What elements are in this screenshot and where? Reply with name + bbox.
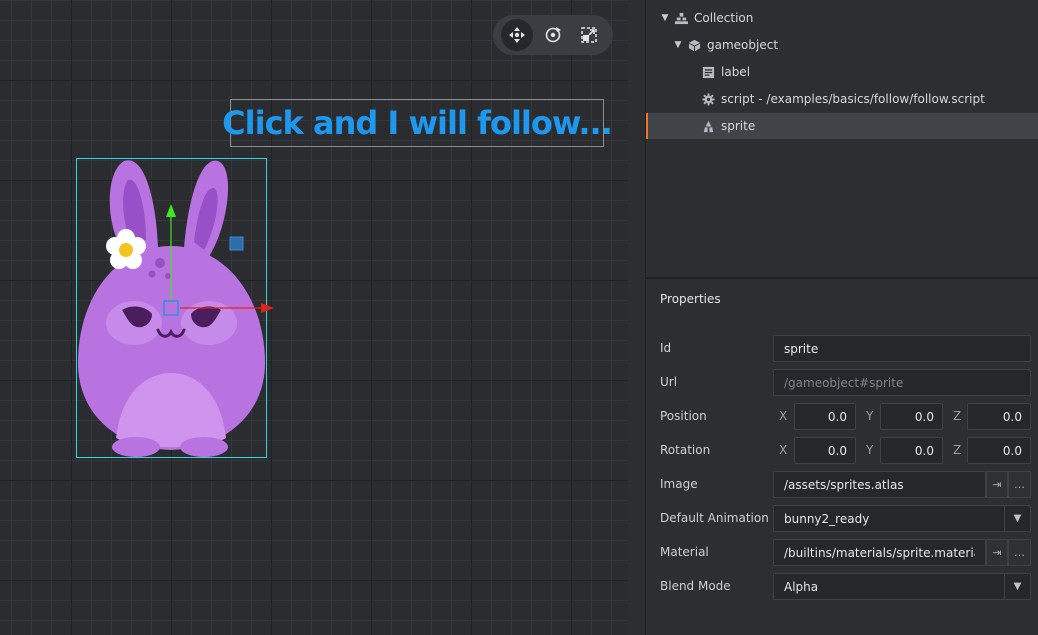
outline-item-label: script - /examples/basics/follow/follow.…	[721, 92, 985, 106]
scene-viewport[interactable]: Click and I will follow...	[0, 0, 628, 635]
outline-item-collection[interactable]: ▼ Collection	[646, 5, 1038, 31]
blend-mode-label: Blend Mode	[660, 579, 731, 593]
outline-item-script[interactable]: script - /examples/basics/follow/follow.…	[646, 86, 1038, 112]
position-y-input[interactable]	[880, 403, 943, 430]
outline-item-label: sprite	[721, 119, 756, 133]
rotate-icon	[545, 27, 561, 43]
position-x-axis-label: X	[779, 409, 788, 423]
material-browse-button[interactable]: …	[1008, 539, 1031, 566]
id-label: Id	[660, 341, 672, 355]
rotation-z-axis-label: Z	[953, 443, 962, 457]
rotation-y-axis-label: Y	[866, 443, 874, 457]
default-animation-select[interactable]: bunny2_ready ▼	[773, 505, 1031, 532]
image-input[interactable]	[773, 471, 986, 498]
expand-arrow-icon[interactable]: ▼	[673, 40, 683, 50]
rotation-label: Rotation	[660, 443, 711, 457]
label-icon	[701, 65, 715, 79]
material-goto-button[interactable]: ⇥	[986, 539, 1008, 566]
image-browse-button[interactable]: …	[1008, 471, 1031, 498]
properties-panel: Properties Id Url Position X Y Z Rotatio…	[646, 279, 1038, 635]
sprite-bounding-box	[76, 158, 267, 458]
outline-item-label: gameobject	[707, 38, 779, 52]
gameobject-icon	[687, 38, 701, 52]
move-icon	[509, 27, 525, 43]
position-x-input[interactable]	[794, 403, 856, 430]
browse-icon: …	[1014, 478, 1025, 491]
rotate-tool-button[interactable]	[537, 19, 569, 51]
url-input[interactable]	[773, 369, 1031, 396]
position-z-input[interactable]	[967, 403, 1031, 430]
sprite-icon	[701, 119, 715, 133]
rotation-x-axis-label: X	[779, 443, 788, 457]
label-text: Click and I will follow...	[222, 104, 613, 142]
default-animation-label: Default Animation	[660, 511, 769, 525]
outline-item-label: Collection	[694, 11, 754, 25]
rotation-z-input[interactable]	[967, 437, 1031, 464]
expand-arrow-icon[interactable]: ▼	[660, 13, 670, 23]
chevron-down-icon: ▼	[1004, 506, 1030, 531]
properties-title: Properties	[660, 292, 721, 306]
label-bounding-box[interactable]: Click and I will follow...	[222, 99, 613, 147]
panel-splitter[interactable]	[628, 0, 646, 635]
id-input[interactable]	[773, 335, 1031, 362]
material-input[interactable]	[773, 539, 986, 566]
rotation-y-input[interactable]	[880, 437, 943, 464]
outline-panel: ▼ Collection ▼ gameobject label script -…	[646, 0, 1038, 277]
move-tool-button[interactable]	[501, 19, 533, 51]
outline-item-label-component[interactable]: label	[646, 59, 1038, 85]
position-z-axis-label: Z	[953, 409, 962, 423]
url-label: Url	[660, 375, 678, 389]
outline-item-sprite[interactable]: sprite	[646, 113, 1038, 139]
blend-mode-value: Alpha	[784, 579, 819, 594]
image-label: Image	[660, 477, 698, 491]
position-y-axis-label: Y	[866, 409, 874, 423]
blend-mode-select[interactable]: Alpha ▼	[773, 573, 1031, 600]
rotation-x-input[interactable]	[794, 437, 856, 464]
collection-icon	[674, 11, 688, 25]
goto-icon: ⇥	[992, 546, 1002, 559]
material-label: Material	[660, 545, 709, 559]
scale-tool-button[interactable]	[573, 19, 605, 51]
browse-icon: …	[1014, 546, 1025, 559]
outline-item-gameobject[interactable]: ▼ gameobject	[646, 32, 1038, 58]
default-animation-value: bunny2_ready	[784, 511, 870, 526]
gear-icon	[701, 92, 715, 106]
chevron-down-icon: ▼	[1004, 574, 1030, 599]
outline-item-label: label	[721, 65, 751, 79]
scale-icon	[581, 27, 597, 43]
viewport-toolbar	[493, 15, 613, 55]
image-goto-button[interactable]: ⇥	[986, 471, 1008, 498]
position-label: Position	[660, 409, 707, 423]
goto-icon: ⇥	[992, 478, 1002, 491]
